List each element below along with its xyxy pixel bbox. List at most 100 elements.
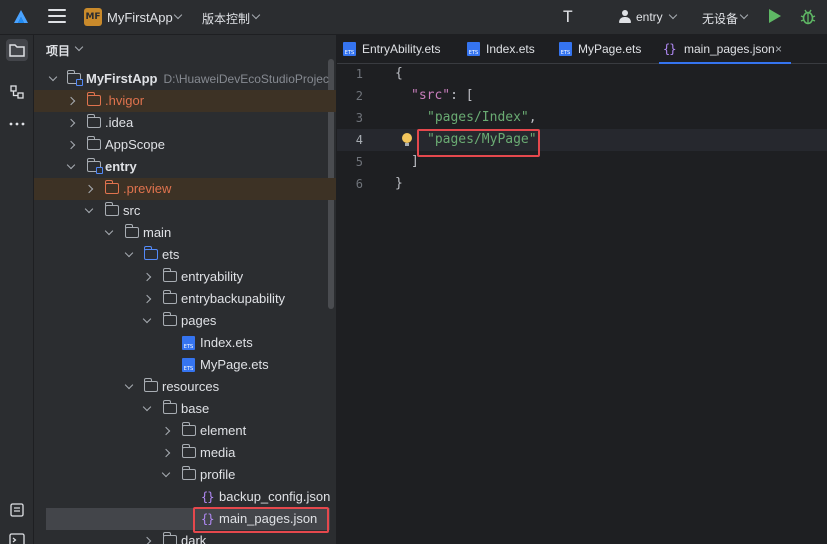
chevron-right-icon[interactable] [142,272,152,282]
json-file-icon: {} [663,42,676,56]
chevron-down-icon[interactable] [142,314,152,324]
tree-item-entry[interactable]: entry [34,156,336,178]
chevron-down-icon[interactable] [84,204,94,214]
tab-entryability-ets[interactable]: EntryAbility.ets [343,35,449,64]
tab-main-pages-json[interactable]: {} main_pages.json × [659,35,791,64]
tree-item-media[interactable]: media [34,442,336,464]
json-file-icon: {} [201,490,214,504]
code-line-6[interactable]: } [395,173,403,195]
chevron-down-icon[interactable] [124,380,134,390]
tab-index-ets[interactable]: Index.ets [467,35,541,64]
tree-item-label: entryability [181,269,244,284]
chevron-right-icon[interactable] [142,536,152,544]
project-name[interactable]: MyFirstApp [107,10,173,25]
chevron-right-icon[interactable] [161,426,171,436]
chevron-down-icon[interactable] [251,10,261,20]
tree-item-label: .preview [123,181,172,196]
top-toolbar: MF MyFirstApp 版本控制 T entry 无设备 [0,0,827,35]
terminal-icon[interactable] [6,529,28,544]
chevron-down-icon[interactable] [173,10,183,20]
folder-icon [124,224,139,238]
tree-item-label: Index.ets [200,335,253,350]
tree-item-ets[interactable]: ets [34,244,336,266]
text-tool-icon[interactable]: T [563,7,573,26]
chevron-down-icon[interactable] [104,226,114,236]
source-folder-icon [143,246,158,260]
line-number: 5 [355,155,363,169]
structure-icon[interactable] [6,81,28,103]
code-editor: EntryAbility.ets Index.ets MyPage.ets {}… [337,35,827,544]
tree-item-myfirstapp[interactable]: MyFirstApp D:\HuaweiDevEcoStudioProjec [34,68,336,90]
chevron-right-icon[interactable] [161,448,171,458]
folder-icon [181,444,196,458]
chevron-right-icon[interactable] [66,118,76,128]
tree-item-base[interactable]: base [34,398,336,420]
tab-label: MyPage.ets [578,42,642,56]
highlight-box-code [417,129,540,157]
tab-label: main_pages.json [684,42,775,56]
chevron-right-icon[interactable] [84,184,94,194]
tree-item-pages[interactable]: pages [34,310,336,332]
project-path: D:\HuaweiDevEcoStudioProjec [163,72,329,86]
more-dots-icon[interactable] [6,113,28,135]
folder-icon [86,92,101,106]
tree-item-mypage-ets[interactable]: MyPage.ets [34,354,336,376]
lightbulb-icon[interactable] [402,133,412,147]
chevron-down-icon[interactable] [74,42,84,52]
version-control-menu[interactable]: 版本控制 [202,10,250,27]
code-line-1[interactable]: { [395,63,403,85]
line-number: 2 [355,89,363,103]
close-icon[interactable]: × [775,35,782,63]
tree-item-index-ets[interactable]: Index.ets [34,332,336,354]
tree-item-backup-config-json[interactable]: {} backup_config.json [34,486,336,508]
device-selector[interactable]: 无设备 [702,10,738,27]
chevron-down-icon[interactable] [142,402,152,412]
tree-item-profile[interactable]: profile [34,464,336,486]
panel-title[interactable]: 项目 [46,42,70,59]
run-config-selector[interactable]: entry [636,10,663,24]
project-folder-icon[interactable] [6,39,28,61]
chevron-down-icon[interactable] [48,72,58,82]
todo-icon[interactable] [6,499,28,521]
folder-icon [181,466,196,480]
folder-icon [162,400,177,414]
folder-icon [86,136,101,150]
tree-item-label: backup_config.json [219,489,331,504]
debug-bug-icon[interactable] [799,8,817,26]
deveco-logo-icon[interactable] [12,8,30,26]
chevron-right-icon[interactable] [142,294,152,304]
tab-label: EntryAbility.ets [362,42,441,56]
folder-icon [104,180,119,194]
folder-icon [162,290,177,304]
tree-item-resources[interactable]: resources [34,376,336,398]
run-icon[interactable] [769,9,781,23]
tree-item-idea[interactable]: .idea [34,112,336,134]
main-menu-icon[interactable] [48,9,66,25]
chevron-down-icon[interactable] [124,248,134,258]
tree-item-main[interactable]: main [34,222,336,244]
tree-item-element[interactable]: element [34,420,336,442]
tree-item-label: MyFirstApp [86,71,158,86]
folder-icon [143,378,158,392]
chevron-down-icon[interactable] [739,10,749,20]
tree-item-entryability[interactable]: entryability [34,266,336,288]
project-badge[interactable]: MF [84,8,102,26]
line-number: 3 [355,111,363,125]
chevron-down-icon[interactable] [66,160,76,170]
tree-item-label: entrybackupability [181,291,286,306]
tree-item-appscope[interactable]: AppScope [34,134,336,156]
chevron-down-icon[interactable] [668,10,678,20]
punct: : [ [450,88,474,103]
tree-item-preview[interactable]: .preview [34,178,336,200]
tree-item-label: pages [181,313,217,328]
chevron-right-icon[interactable] [66,140,76,150]
tree-item-hvigor[interactable]: .hvigor [34,90,336,112]
chevron-down-icon[interactable] [161,468,171,478]
tab-mypage-ets[interactable]: MyPage.ets [559,35,643,64]
code-line-3[interactable]: "pages/Index", [427,107,537,129]
tree-item-src[interactable]: src [34,200,336,222]
chevron-right-icon[interactable] [66,96,76,106]
brace-open: { [395,66,403,81]
code-line-2[interactable]: "src": [ [411,85,474,107]
tree-item-entrybackupability[interactable]: entrybackupability [34,288,336,310]
